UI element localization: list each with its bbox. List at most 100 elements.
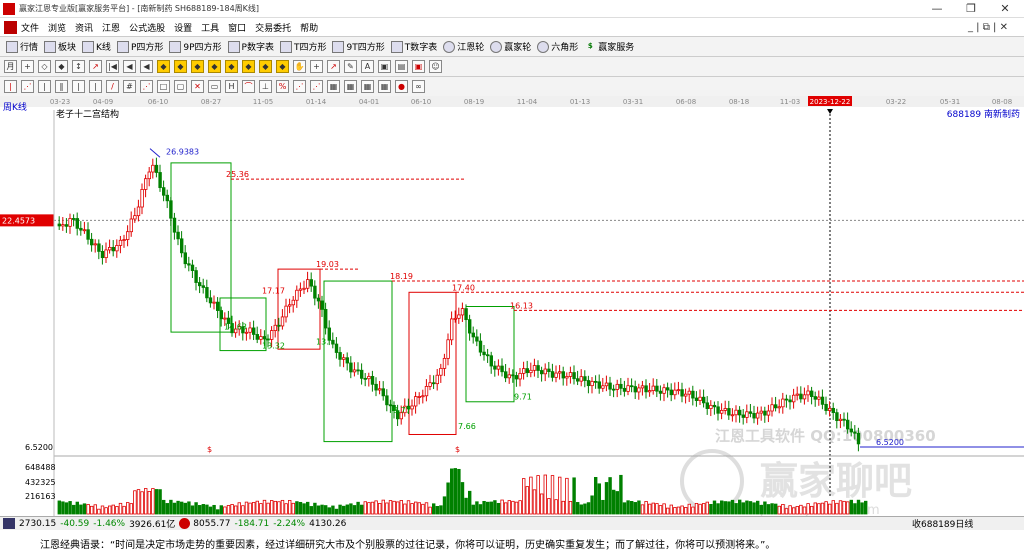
diamond-icon[interactable]: ◆ [276,60,289,73]
menu-file[interactable]: 文件 [21,21,39,34]
diamond-icon[interactable]: ◆ [259,60,272,73]
p-square-button[interactable]: P四方形 [116,40,163,53]
line-tool-icon[interactable]: | [4,80,17,93]
vertical-tool-icon[interactable]: | [38,80,51,93]
arrow-icon[interactable]: ↗ [327,60,340,73]
kline-svg[interactable]: 03-23 04-09 06-10 08-27 11-05 01-14 04-01 06-10… [0,96,1024,516]
pen-icon[interactable]: ✎ [344,60,357,73]
percent-tool-icon[interactable]: % [276,80,289,93]
mdi-controls[interactable]: _ | ⧉ | ✕ [968,22,1008,33]
volume-bar [806,503,810,515]
t-number-table-button[interactable]: T数字表 [390,40,437,53]
box-tool-icon[interactable]: ▢ [174,80,187,93]
play-icon[interactable]: ◀ [123,60,136,73]
menu-trade[interactable]: 交易委托 [255,21,291,34]
candle-body [720,409,724,414]
scale-tool-icon[interactable]: ⊥ [259,80,272,93]
color-tool-icon[interactable]: ● [395,80,408,93]
print-icon[interactable]: ▤ [395,60,408,73]
channel-tool-icon[interactable]: ‖ [55,80,68,93]
9p-square-button[interactable]: 9P四方形 [169,40,222,53]
period-icon[interactable]: 月 [4,60,17,73]
hexagon-button[interactable]: 六角形 [537,40,578,53]
cross-tool-icon[interactable]: ✕ [191,80,204,93]
menu-window[interactable]: 窗口 [228,21,246,34]
play-icon[interactable]: ◀ [140,60,153,73]
fan-tool-icon[interactable]: ⋰ [140,80,153,93]
volume-bar [385,502,389,515]
vertical-tool-icon[interactable]: | [72,80,85,93]
menu-gann[interactable]: 江恩 [102,21,120,34]
diamond-icon[interactable]: ◆ [242,60,255,73]
zoom-icon[interactable]: ◇ [38,60,51,73]
sector-button[interactable]: 板块 [44,40,76,53]
date-tick: 08-27 [201,98,221,106]
ray-tool-icon[interactable]: / [106,80,119,93]
idx2-amount: 4130.26 [309,518,347,529]
infinity-tool-icon[interactable]: ∞ [412,80,425,93]
volume-bar [356,501,360,515]
table-tool-icon[interactable]: ▦ [378,80,391,93]
restore-button[interactable]: ❐ [956,0,986,17]
vertical-tool-icon[interactable]: | [89,80,102,93]
volume-bar [183,502,187,515]
diamond-icon[interactable]: ◆ [157,60,170,73]
box-tool-icon[interactable]: □ [157,80,170,93]
candle-body [284,305,288,318]
hand-icon[interactable]: ✋ [293,60,306,73]
service-button[interactable]: $ 赢家服务 [584,40,634,54]
kline-chart[interactable]: 03-23 04-09 06-10 08-27 11-05 01-14 04-01 06-10… [0,96,1024,516]
diamond-icon[interactable]: ◆ [225,60,238,73]
quotes-button[interactable]: 行情 [6,40,38,53]
grid-tool-icon[interactable]: # [123,80,136,93]
candle-body [485,354,490,357]
volume-bar [255,500,259,515]
arc-tool-icon[interactable]: ⌒ [242,80,255,93]
candle-body [255,334,259,340]
candle-body [320,300,324,310]
export-icon[interactable]: ▣ [412,60,425,73]
minimize-button[interactable]: — [922,0,952,17]
menu-formula[interactable]: 公式选股 [129,21,165,34]
candle-body [475,336,479,342]
text-icon[interactable]: A [361,60,374,73]
plus-icon[interactable]: + [310,60,323,73]
crosshair-icon[interactable]: + [21,60,34,73]
9t-square-button[interactable]: 9T四方形 [332,40,385,53]
candle-body [694,397,699,401]
fan-tool-icon[interactable]: ⋰ [21,80,34,93]
candle-body [835,412,839,422]
table-tool-icon[interactable]: ▦ [344,80,357,93]
close-button[interactable]: ✕ [990,0,1020,17]
h-tool-icon[interactable]: H [225,80,238,93]
diamond-icon[interactable]: ◆ [191,60,204,73]
cursor-icon[interactable]: ↕ [72,60,85,73]
people-icon[interactable]: ☺ [429,60,442,73]
gann-wheel-button[interactable]: 江恩轮 [443,40,484,53]
volume-bar [115,506,119,515]
fan-tool-icon[interactable]: ⋰ [293,80,306,93]
winner-wheel-button[interactable]: 赢家轮 [490,40,531,53]
wheel-icon [490,40,503,53]
gann-tools-toolbar: | ⋰ | ‖ | | / # ⋰ □ ▢ ✕ ▭ H ⌒ ⊥ % ⋰ ⋰ ▦ … [0,77,1024,97]
line-icon[interactable]: ↗ [89,60,102,73]
menu-settings[interactable]: 设置 [174,21,192,34]
table-tool-icon[interactable]: ▦ [361,80,374,93]
table-tool-icon[interactable]: ▦ [327,80,340,93]
fan-tool-icon[interactable]: ⋰ [310,80,323,93]
diamond-icon[interactable]: ◆ [208,60,221,73]
play-icon[interactable]: |◀ [106,60,119,73]
app-icon [3,2,15,15]
menu-info[interactable]: 资讯 [75,21,93,34]
volume-bar [835,502,839,515]
p-number-table-button[interactable]: P数字表 [227,40,274,53]
menu-browse[interactable]: 浏览 [48,21,66,34]
t-square-button[interactable]: T四方形 [279,40,326,53]
diamond-icon[interactable]: ◆ [174,60,187,73]
menu-help[interactable]: 帮助 [300,21,318,34]
zoom-icon[interactable]: ◆ [55,60,68,73]
square-tool-icon[interactable]: ▭ [208,80,221,93]
save-icon[interactable]: ▣ [378,60,391,73]
kline-button[interactable]: K线 [82,40,111,53]
menu-tools[interactable]: 工具 [201,21,219,34]
